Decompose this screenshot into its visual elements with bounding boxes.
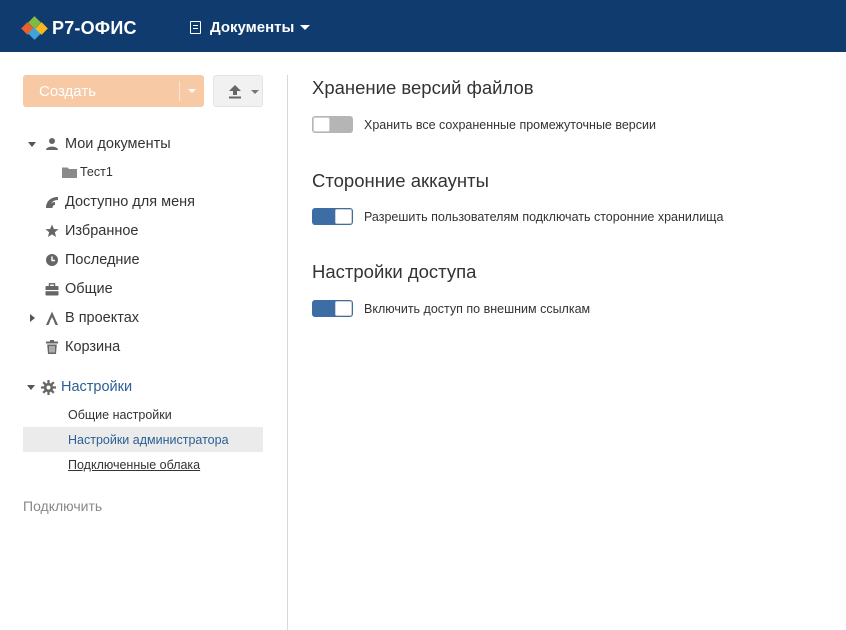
logo[interactable]: Р7-ОФИС xyxy=(21,16,137,40)
logo-text: Р7-ОФИС xyxy=(52,17,137,38)
section-title-file-versions: Хранение версий файлов xyxy=(312,77,534,98)
tree-item-label: Тест1 xyxy=(80,165,113,179)
tree-item-label: Последние xyxy=(65,252,140,268)
sidebar-divider xyxy=(287,75,288,630)
settings-item-admin[interactable]: Настройки администратора xyxy=(23,427,263,452)
tree-item-my-documents[interactable]: Мои документы xyxy=(23,131,263,157)
tree-item-favorites[interactable]: Избранное xyxy=(23,218,263,244)
tree-item-common[interactable]: Общие xyxy=(23,276,263,302)
caret-down-icon xyxy=(27,384,35,390)
tree-item-recent[interactable]: Последние xyxy=(23,247,263,273)
toggle-row-external-links[interactable]: Включить доступ по внешним ссылкам xyxy=(312,300,590,317)
third-party-storage-toggle[interactable] xyxy=(312,208,353,225)
top-header: Р7-ОФИС Документы xyxy=(0,0,846,52)
section-title-third-party: Сторонние аккаунты xyxy=(312,170,489,191)
tree-item-label: Доступно для меня xyxy=(65,194,195,210)
tree-item-label: В проектах xyxy=(65,310,140,326)
star-icon xyxy=(45,224,59,237)
external-links-toggle[interactable] xyxy=(312,300,353,317)
create-button[interactable]: Создать xyxy=(23,75,204,107)
toggle-label: Включить доступ по внешним ссылкам xyxy=(364,301,591,316)
section-title-access: Настройки доступа xyxy=(312,261,477,282)
tree-item-trash[interactable]: Корзина xyxy=(23,334,263,360)
tree-item-label: Избранное xyxy=(65,223,139,239)
tree-item-shared-with-me[interactable]: Доступно для меня xyxy=(23,189,263,215)
tree-item-label: Общие xyxy=(65,281,113,297)
settings-label: Настройки xyxy=(61,379,133,395)
upload-icon xyxy=(229,85,241,99)
share-icon xyxy=(46,197,58,208)
chevron-down-icon[interactable] xyxy=(188,89,196,93)
chevron-down-icon xyxy=(300,25,311,30)
logo-mark-icon xyxy=(21,16,48,40)
tree-item-label: Корзина xyxy=(65,339,121,355)
clock-icon xyxy=(46,254,58,266)
sidebar: Создать Мои документы Тест1 Доступно для… xyxy=(0,52,287,630)
chevron-down-icon xyxy=(251,90,259,94)
toggle-row-third-party[interactable]: Разрешить пользователям подключать сторо… xyxy=(312,208,723,225)
create-button-separator xyxy=(179,81,180,101)
tree-item-test1[interactable]: Тест1 xyxy=(62,161,113,183)
settings-item-label: Подключенные облака xyxy=(68,457,201,472)
tree-item-projects[interactable]: В проектах xyxy=(23,305,263,331)
product-label: Документы xyxy=(210,19,295,36)
projects-icon xyxy=(46,311,58,325)
product-menu[interactable]: Документы xyxy=(190,19,311,36)
expand-toggle[interactable] xyxy=(23,141,41,147)
settings-item-general[interactable]: Общие настройки xyxy=(23,402,263,427)
folder-icon xyxy=(62,167,77,178)
trash-icon xyxy=(46,340,58,354)
tree-item-settings[interactable]: Настройки xyxy=(23,374,263,400)
briefcase-icon xyxy=(45,282,59,295)
expand-toggle[interactable] xyxy=(23,314,41,322)
expand-toggle[interactable] xyxy=(23,384,39,390)
toggle-label: Хранить все сохраненные промежуточные ве… xyxy=(364,117,656,132)
toggle-label: Разрешить пользователям подключать сторо… xyxy=(364,209,724,224)
caret-right-icon xyxy=(29,314,35,322)
toggle-row-keep-versions[interactable]: Хранить все сохраненные промежуточные ве… xyxy=(312,116,656,133)
document-icon xyxy=(190,21,201,34)
upload-button[interactable] xyxy=(213,75,263,107)
create-button-label: Создать xyxy=(39,82,97,100)
settings-item-label: Настройки администратора xyxy=(68,432,229,447)
settings-item-connected-clouds[interactable]: Подключенные облака xyxy=(23,452,263,477)
caret-down-icon xyxy=(28,141,36,147)
connect-link[interactable]: Подключить xyxy=(23,498,102,514)
tree-item-label: Мои документы xyxy=(65,136,171,152)
keep-versions-toggle[interactable] xyxy=(312,116,353,133)
person-icon xyxy=(46,138,58,150)
settings-item-label: Общие настройки xyxy=(68,407,172,422)
gear-icon xyxy=(40,379,56,395)
